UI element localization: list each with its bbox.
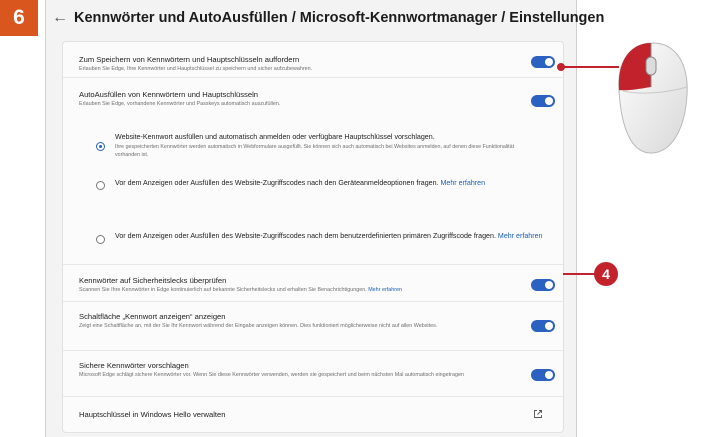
- radio-custom-passcode[interactable]: [96, 235, 105, 244]
- settings-window: ← Kennwörter und AutoAusfüllen / Microso…: [45, 0, 604, 437]
- toggle-knob: [545, 322, 553, 330]
- leak-check-toggle[interactable]: [531, 279, 555, 291]
- setting-autofill: AutoAusfüllen von Kennwörtern und Haupts…: [63, 77, 563, 117]
- radio-option-label: Vor dem Anzeigen oder Ausfüllen des Webs…: [115, 178, 545, 188]
- setting-title: AutoAusfüllen von Kennwörtern und Haupts…: [79, 90, 258, 99]
- radio-option-label: Vor dem Anzeigen oder Ausfüllen des Webs…: [115, 231, 545, 241]
- step-number-badge: 6: [0, 0, 38, 36]
- radio-option-text: Vor dem Anzeigen oder Ausfüllen des Webs…: [115, 232, 496, 240]
- toggle-knob: [545, 371, 553, 379]
- setting-description: Microsoft Edge schlägt sichere Kennwörte…: [79, 372, 464, 378]
- save-prompt-toggle[interactable]: [531, 56, 555, 68]
- callout-number-badge: 4: [594, 262, 618, 286]
- radio-autofill-signin[interactable]: [96, 142, 105, 151]
- learn-more-link[interactable]: Mehr erfahren: [498, 232, 543, 240]
- callout-line: [563, 273, 595, 275]
- setting-title: Kennwörter auf Sicherheitslecks überprüf…: [79, 276, 227, 285]
- external-link-icon[interactable]: [533, 409, 543, 419]
- suggest-strong-toggle[interactable]: [531, 369, 555, 381]
- settings-card: Zum Speichern von Kennwörtern und Haupts…: [62, 41, 564, 433]
- learn-more-link[interactable]: Mehr erfahren: [368, 287, 402, 293]
- mouse-click-icon: [618, 42, 688, 154]
- radio-option-label: Website-Kennwort ausfüllen und automatis…: [115, 133, 435, 141]
- arrow-left-icon[interactable]: ←: [52, 9, 68, 27]
- title-bar: ← Kennwörter und AutoAusfüllen / Microso…: [46, 0, 604, 36]
- autofill-toggle[interactable]: [531, 95, 555, 107]
- setting-windows-hello[interactable]: Hauptschlüssel in Windows Hello verwalte…: [63, 396, 563, 432]
- setting-description: Erlauben Sie Edge, vorhandene Kennwörter…: [79, 101, 281, 107]
- setting-description: Scannen Sie Ihre Kennwörter in Edge kont…: [79, 286, 489, 294]
- setting-description: Erlauben Sie Edge, Ihre Kennwörter und H…: [79, 66, 313, 72]
- setting-reveal-button: Schaltfläche „Kennwort anzeigen“ anzeige…: [63, 301, 563, 349]
- radio-option-text: Vor dem Anzeigen oder Ausfüllen des Webs…: [115, 179, 439, 187]
- setting-title: Zum Speichern von Kennwörtern und Haupts…: [79, 55, 300, 64]
- toggle-knob: [545, 97, 553, 105]
- page-title: Kennwörter und AutoAusfüllen / Microsoft…: [74, 10, 605, 26]
- toggle-knob: [545, 58, 553, 66]
- learn-more-link[interactable]: Mehr erfahren: [440, 179, 485, 187]
- setting-description-text: Scannen Sie Ihre Kennwörter in Edge kont…: [79, 287, 367, 293]
- setting-leak-check: Kennwörter auf Sicherheitslecks überprüf…: [63, 264, 563, 302]
- setting-description: Zeigt eine Schaltfläche an, mit der Sie …: [79, 323, 438, 329]
- toggle-knob: [545, 281, 553, 289]
- radio-option-description: Ihre gespeicherten Kennwörter werden aut…: [115, 144, 515, 158]
- setting-save-prompt: Zum Speichern von Kennwörtern und Haupts…: [63, 42, 563, 82]
- reveal-button-toggle[interactable]: [531, 320, 555, 332]
- radio-device-auth[interactable]: [96, 181, 105, 190]
- setting-title: Schaltfläche „Kennwort anzeigen“ anzeige…: [79, 312, 226, 321]
- setting-title: Sichere Kennwörter vorschlagen: [79, 361, 189, 370]
- setting-title: Hauptschlüssel in Windows Hello verwalte…: [79, 410, 226, 419]
- setting-suggest-strong: Sichere Kennwörter vorschlagen Microsoft…: [63, 350, 563, 395]
